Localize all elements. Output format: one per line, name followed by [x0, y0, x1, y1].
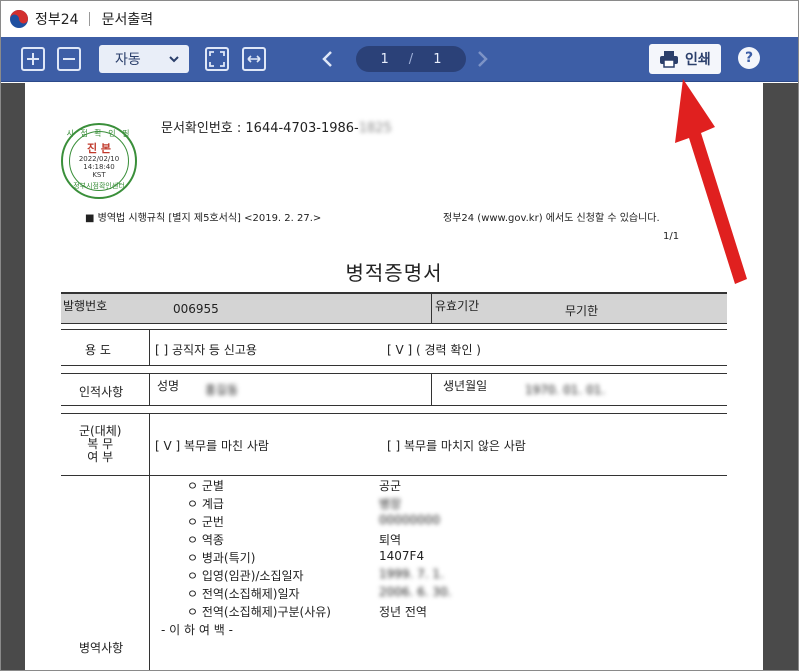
table-line: [61, 475, 727, 476]
table-line: [61, 329, 727, 330]
record-label: ㅇ 입영(임관)/소집일자: [187, 569, 304, 583]
seal-date: 2022/02/10: [78, 155, 120, 163]
record-value: 퇴역: [379, 533, 402, 547]
red-arrow-annotation: [675, 79, 747, 284]
service-option-not-completed: [ ] 복무를 마치지 않은 사람: [387, 439, 526, 453]
end-of-content-mark: - 이 하 여 백 -: [161, 623, 233, 637]
zoom-out-button[interactable]: [57, 47, 81, 71]
help-button[interactable]: ?: [738, 47, 760, 69]
table-line: [61, 292, 727, 294]
validity-value: 무기한: [565, 304, 599, 318]
viewer-window: 정부24 문서출력 자동 1 / 1 인쇄 ? 시 점 확 인 필 진 본 20…: [0, 0, 799, 671]
fit-width-icon: [247, 55, 261, 63]
prev-page-button[interactable]: [319, 49, 337, 69]
title-divider: [88, 12, 90, 26]
record-label: ㅇ 병과(특기): [187, 551, 256, 565]
gov24-logo-icon: [9, 9, 29, 29]
service-status-label: 군(대체) 복 무 여 부: [79, 425, 121, 464]
seal-time: 14:18:40: [83, 163, 115, 171]
online-notice: 정부24 (www.gov.kr) 에서도 신청할 수 있습니다.: [443, 213, 660, 224]
record-label: ㅇ 계급: [187, 497, 224, 511]
table-line: [431, 373, 432, 405]
viewer-toolbar: 자동 1 / 1 인쇄 ?: [1, 37, 798, 82]
table-line: [61, 413, 727, 414]
authenticity-seal: 시 점 확 인 필 진 본 2022/02/10 14:18:40 KST 정부…: [61, 123, 137, 199]
record-value: 병장: [379, 497, 402, 511]
purpose-option-career: [ V ] ( 경력 확인 ): [387, 343, 481, 357]
page-separator: /: [408, 51, 414, 67]
record-label: ㅇ 전역(소집해제)일자: [187, 587, 300, 601]
chevron-down-icon: [169, 56, 179, 63]
record-value: 정년 전역: [379, 605, 427, 619]
table-line: [149, 413, 150, 475]
current-page: 1: [380, 51, 389, 67]
birthdate-label: 생년월일: [443, 379, 488, 393]
name-value: 홍길동: [205, 383, 239, 397]
table-line: [149, 329, 150, 365]
record-label: ㅇ 전역(소집해제)구분(사유): [187, 605, 331, 619]
record-value: 1999. 7. 1.: [379, 567, 444, 581]
chevron-left-icon: [322, 51, 332, 67]
table-line: [61, 365, 727, 366]
table-line: [431, 292, 432, 323]
window-title: 문서출력: [101, 12, 154, 28]
record-label: ㅇ 역종: [187, 533, 224, 547]
purpose-label: 용 도: [85, 343, 111, 357]
service-label-line3: 여 부: [87, 450, 114, 464]
fit-width-button[interactable]: [242, 47, 266, 71]
doc-confirm-label: 문서확인번호 : 1644-4703-1986-: [161, 121, 359, 136]
printer-icon: [660, 51, 678, 68]
table-line: [61, 373, 727, 374]
issue-number-label: 발행번호: [63, 299, 108, 313]
issue-number-value: 006955: [173, 302, 219, 316]
table-line: [149, 475, 150, 670]
app-name: 정부24: [35, 12, 79, 28]
form-reference: ■ 병역법 시행규칙 [별지 제5호서식] <2019. 2. 27.>: [85, 213, 322, 224]
record-value: 00000000: [379, 513, 441, 527]
print-label: 인쇄: [685, 52, 711, 68]
zoom-select[interactable]: 자동: [99, 45, 189, 73]
fit-page-button[interactable]: [205, 47, 229, 71]
doc-confirm-hidden: 1825: [358, 121, 392, 136]
record-value: 공군: [379, 479, 402, 493]
table-line: [149, 373, 150, 405]
seal-top-text: 시 점 확 인 필: [66, 129, 132, 138]
vertical-scrollbar[interactable]: [782, 83, 798, 670]
record-label: ㅇ 군번: [187, 515, 224, 529]
document-page: 시 점 확 인 필 진 본 2022/02/10 14:18:40 KST 정부…: [25, 83, 763, 670]
zoom-in-button[interactable]: [21, 47, 45, 71]
record-value: 2006. 6. 30.: [379, 585, 452, 599]
zoom-select-value: 자동: [115, 52, 141, 68]
minus-icon: [63, 58, 75, 60]
table-line: [61, 405, 727, 406]
chevron-right-icon: [478, 51, 488, 67]
page-indicator[interactable]: 1 / 1: [356, 46, 466, 72]
name-label: 성명: [157, 379, 180, 393]
next-page-button[interactable]: [473, 49, 491, 69]
plus-icon: [27, 53, 39, 65]
title-bar: 정부24 문서출력: [1, 1, 798, 37]
record-value: 1407F4: [379, 549, 425, 563]
doc-confirm-number: 문서확인번호 : 1644-4703-1986-1825: [161, 117, 392, 136]
personal-info-label: 인적사항: [79, 385, 124, 399]
table-line: [61, 323, 727, 324]
fullscreen-icon: [209, 51, 225, 67]
seal-main-text: 진 본: [86, 142, 112, 155]
military-record-label: 병역사항: [79, 641, 124, 655]
document-heading: 병적증명서: [345, 261, 443, 285]
purpose-option-official: [ ] 공직자 등 신고용: [155, 343, 257, 357]
total-pages: 1: [433, 51, 442, 67]
service-option-completed: [ V ] 복무를 마친 사람: [155, 439, 269, 453]
seal-datetime: 2022/02/10 14:18:40 KST: [63, 155, 135, 179]
issue-row-background: [61, 293, 727, 323]
validity-label: 유효기간: [435, 299, 480, 313]
print-button[interactable]: 인쇄: [649, 44, 721, 74]
birthdate-value: 1970. 01. 01.: [525, 383, 606, 397]
seal-bottom-text: 정부시점확인센터: [73, 182, 125, 190]
record-label: ㅇ 군별: [187, 479, 224, 493]
seal-tz: KST: [92, 171, 106, 179]
